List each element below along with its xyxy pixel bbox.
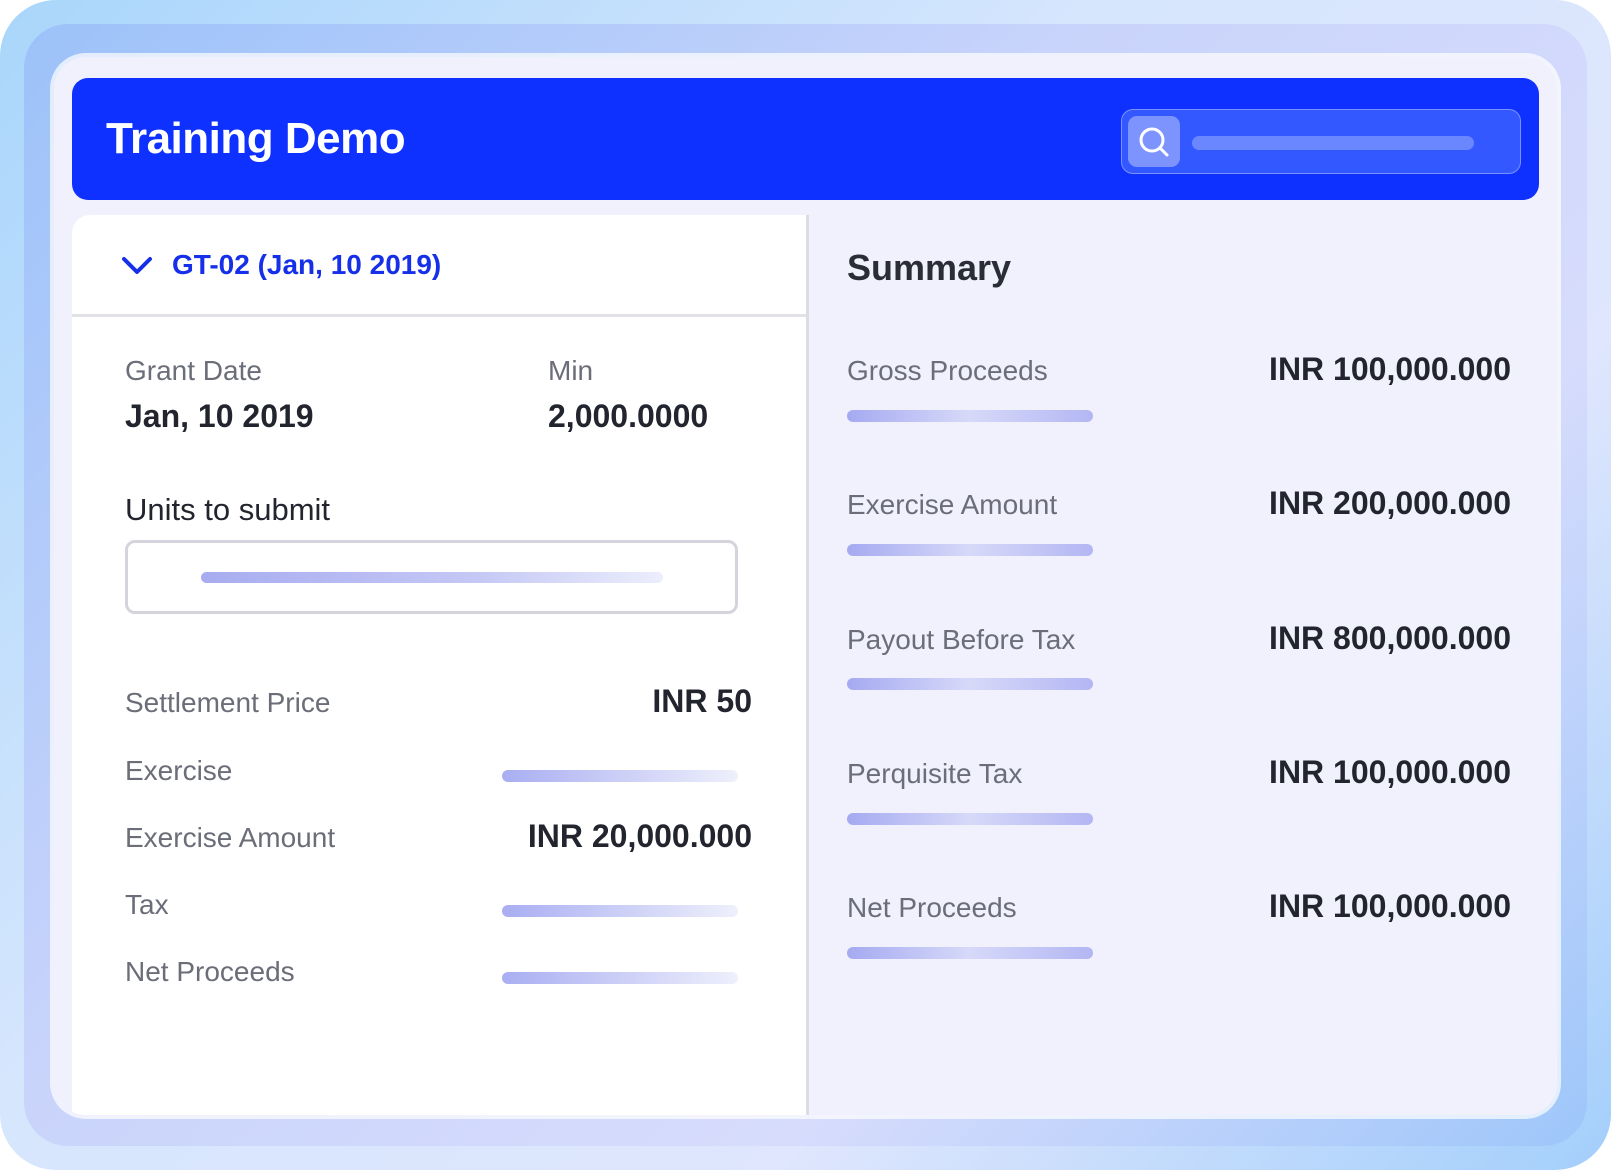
grant-label[interactable]: GT-02 (Jan, 10 2019): [172, 249, 441, 281]
summary-item-bar: [847, 813, 1093, 825]
exercise-amount-value: INR 20,000.000: [527, 818, 752, 854]
net-proceeds-label: Net Proceeds: [125, 956, 295, 987]
summary-item-label: Payout Before Tax: [847, 624, 1076, 655]
settlement-price-value: INR 50: [652, 683, 752, 719]
exercise-placeholder-bar: [502, 770, 738, 782]
app-header: Training Demo: [72, 78, 1539, 200]
settlement-price-label: Settlement Price: [125, 687, 331, 718]
summary-item-label: Net Proceeds: [847, 892, 1017, 923]
summary-item-label: Perquisite Tax: [847, 758, 1023, 789]
exercise-amount-label: Exercise Amount: [125, 822, 336, 853]
search-input[interactable]: [1121, 109, 1521, 174]
tax-placeholder-bar: [502, 905, 738, 917]
grant-panel: GT-02 (Jan, 10 2019) Grant Date Jan, 10 …: [72, 215, 809, 1115]
grant-date-label: Grant Date: [125, 355, 262, 386]
min-label: Min: [548, 355, 594, 386]
search-placeholder-bar: [1192, 136, 1474, 150]
summary-item-bar: [847, 678, 1093, 690]
summary-item-value: INR 100,000.000: [1269, 351, 1511, 387]
units-placeholder-bar: [201, 572, 663, 583]
tax-label: Tax: [125, 889, 169, 920]
summary-title: Summary: [847, 247, 1012, 288]
summary-item-bar: [847, 410, 1093, 422]
units-input[interactable]: [125, 540, 738, 614]
search-icon[interactable]: [1128, 116, 1180, 167]
summary-panel: Summary Gross Proceeds INR 100,000.000 E…: [809, 215, 1557, 1115]
summary-item-label: Gross Proceeds: [847, 355, 1048, 386]
summary-item-bar: [847, 544, 1093, 556]
summary-item-value: INR 100,000.000: [1269, 888, 1511, 924]
min-value: 2,000.0000: [548, 398, 709, 434]
summary-item-value: INR 200,000.000: [1269, 485, 1511, 521]
chevron-down-icon[interactable]: [120, 251, 154, 281]
app-window: Training Demo GT-02 (Jan, 10 2019) Grant…: [54, 57, 1557, 1115]
units-to-submit-label: Units to submit: [125, 492, 331, 527]
summary-item-label: Exercise Amount: [847, 489, 1058, 520]
grant-accordion-header[interactable]: GT-02 (Jan, 10 2019): [72, 215, 806, 317]
net-proceeds-placeholder-bar: [502, 972, 738, 984]
grant-date-value: Jan, 10 2019: [125, 398, 314, 434]
exercise-label: Exercise: [125, 755, 233, 786]
summary-item-bar: [847, 947, 1093, 959]
summary-item-value: INR 100,000.000: [1269, 754, 1511, 790]
app-title: Training Demo: [106, 114, 406, 163]
summary-item-value: INR 800,000.000: [1269, 620, 1511, 656]
